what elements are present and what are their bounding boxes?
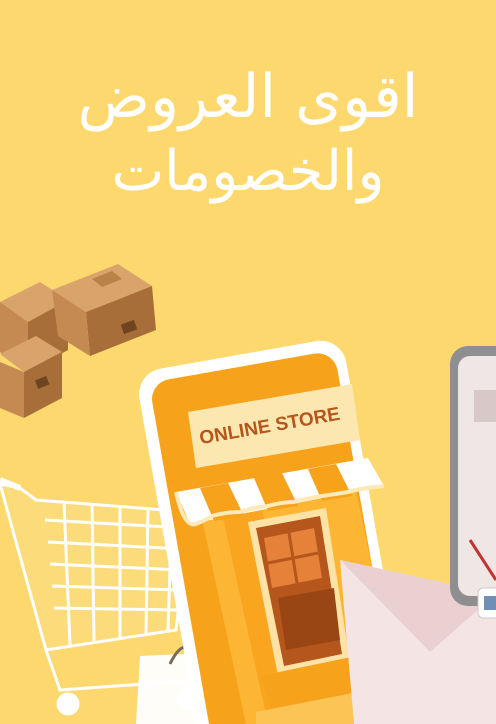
shopping-illustration: ONLINE STORE [0, 264, 496, 724]
promo-banner: اقوى العروض والخصومات ONLINE STORE [0, 0, 496, 724]
cardboard-boxes-icon [0, 264, 156, 418]
phone-icon [450, 346, 496, 619]
